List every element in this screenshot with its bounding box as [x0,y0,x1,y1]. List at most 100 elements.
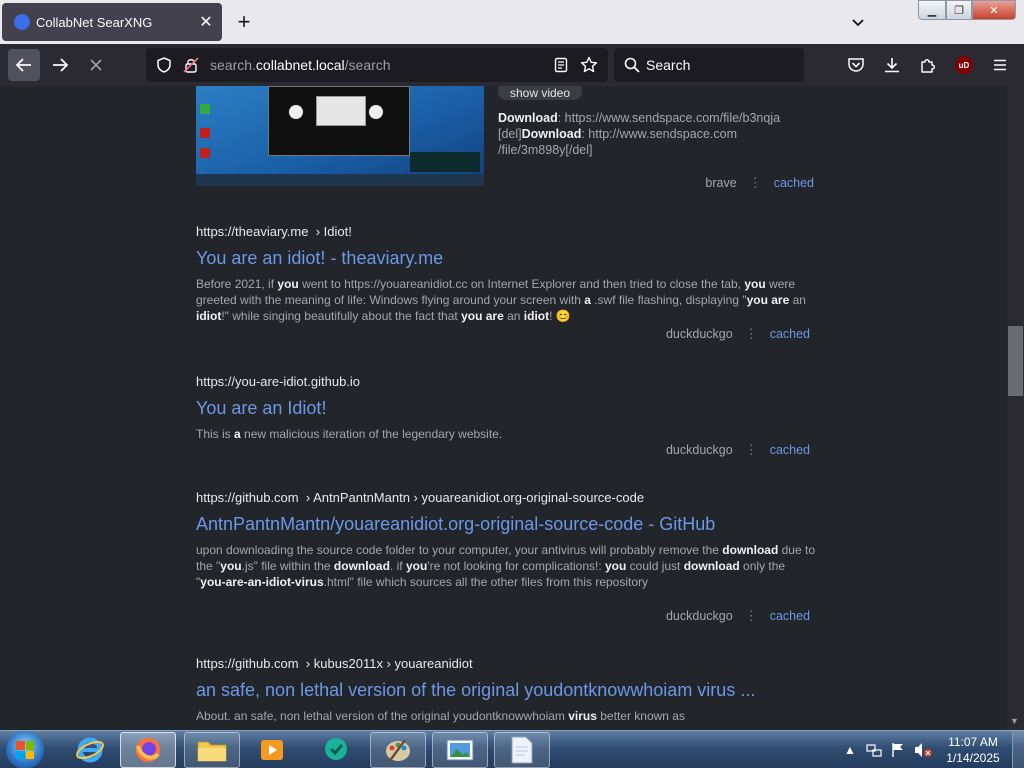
system-clock[interactable]: 11:07 AM 1/14/2025 [940,734,1006,766]
result-url[interactable]: https://theaviary.me › Idiot! [196,224,816,242]
pocket-button[interactable] [840,49,872,81]
list-all-tabs-button[interactable] [846,10,870,34]
minimize-window-button[interactable]: ▁ [918,0,946,20]
paint-palette-icon [386,739,410,763]
result-engines: duckduckgo ⋮ cached [666,442,810,458]
result-snippet: This is a new malicious iteration of the… [196,427,503,441]
taskbar-messenger[interactable] [308,732,364,768]
taskbar-internet-explorer[interactable] [62,732,118,768]
result-title-link[interactable]: You are an Idiot! [196,398,816,422]
engine-label: duckduckgo [665,609,733,623]
start-button[interactable] [6,731,44,768]
internet-explorer-icon [76,737,104,763]
ublock-origin-button[interactable]: uD [948,49,980,81]
taskbar-notepad[interactable] [494,732,550,768]
bookmark-star-icon[interactable] [580,56,598,74]
desktop-icon [200,148,210,158]
engine-label: duckduckgo [665,327,733,341]
new-tab-button[interactable]: + [232,9,256,34]
scroll-down-arrow-icon[interactable]: ▼ [1010,716,1019,726]
result-url[interactable]: https://github.com › kubus2011x › youare… [196,656,816,674]
result-engines: brave ⋮ cached [705,175,814,191]
taskbar-paint[interactable] [370,732,426,768]
restore-window-button[interactable]: ❐ [946,0,972,20]
close-icon [90,59,102,71]
media-player-icon [261,740,283,760]
pocket-icon [848,58,864,72]
address-bar[interactable]: search.collabnet.local/search [146,48,608,82]
desktop-icon [200,128,210,138]
cached-link[interactable]: cached [770,443,810,457]
image-icon [446,739,474,761]
network-icon[interactable] [864,731,884,768]
close-tab-icon[interactable]: ✕ [194,10,218,34]
cached-link[interactable]: cached [774,176,814,190]
thumbnail-task-manager [410,152,480,172]
forward-button[interactable] [44,49,76,81]
result-snippet: About. an safe, non lethal version of th… [196,709,685,723]
page-scrollbar[interactable]: ▼ [1007,86,1024,730]
firefox-icon [136,738,160,762]
extensions-button[interactable] [912,49,944,81]
action-center-flag-icon[interactable] [888,731,908,768]
show-hidden-icons-button[interactable]: ▲ [842,731,858,768]
document-icon [511,736,533,764]
downloads-button[interactable] [876,49,908,81]
arrow-right-icon [53,58,69,72]
cached-link[interactable]: cached [770,327,810,341]
thumbnail-dialog [316,96,366,126]
windows-taskbar: ▲ 11:07 AM 1/14/2025 [0,730,1024,768]
back-button[interactable] [8,49,40,81]
search-result: https://theaviary.me › Idiot! You are an… [196,224,816,341]
search-result: https://github.com › kubus2011x › youare… [196,656,816,724]
clock-date: 1/14/2025 [946,751,1000,765]
reader-view-icon[interactable] [552,56,570,74]
result-title-link[interactable]: AntnPantnMantn/youareanidiot.org-origina… [196,514,816,538]
result-snippet: Before 2021, if you went to https://youa… [196,277,806,323]
show-desktop-button[interactable] [1012,731,1024,768]
result-engines: duckduckgo ⋮ cached [666,326,810,342]
engine-label: duckduckgo [665,443,733,457]
taskbar-file-explorer[interactable] [184,732,240,768]
result-title-link[interactable]: You are an idiot! - theaviary.me [196,248,816,272]
arrow-left-icon [15,58,31,72]
folder-icon [197,741,227,762]
download-text: Download: https://www.sendspace.com/file… [498,111,781,157]
show-video-button[interactable]: show video [498,86,582,100]
search-results-page: show video Download: https://www.sendspa… [0,86,1024,730]
result-url[interactable]: https://github.com › AntnPantnMantn › yo… [196,490,816,508]
web-search-bar[interactable]: Search [614,48,804,82]
scrollbar-thumb[interactable] [1008,326,1023,396]
puzzle-piece-icon [921,59,935,73]
taskbar-photo-viewer[interactable] [432,732,488,768]
search-result: https://github.com › AntnPantnMantn › yo… [196,490,816,623]
search-icon [623,56,641,74]
tab-searxng[interactable]: CollabNet SearXNG ✕ [2,3,222,41]
result-title-link[interactable]: an safe, non lethal version of the origi… [196,680,816,704]
more-options-icon[interactable]: ⋮ [745,442,758,458]
volume-muted-icon[interactable] [912,731,934,768]
video-thumbnail[interactable] [196,86,484,186]
navigation-toolbar: search.collabnet.local/search Search uD [0,44,1024,86]
lock-insecure-icon[interactable] [182,56,200,74]
ublock-origin-icon: uD [955,56,973,74]
cached-link[interactable]: cached [770,609,810,623]
shield-icon[interactable] [155,56,173,74]
engine-label: brave [705,176,737,190]
more-options-icon[interactable]: ⋮ [745,326,758,342]
taskbar-media-player[interactable] [244,732,300,768]
result-engines: duckduckgo ⋮ cached [666,608,810,624]
more-options-icon[interactable]: ⋮ [749,175,762,191]
app-menu-button[interactable] [984,49,1016,81]
more-options-icon[interactable]: ⋮ [745,608,758,624]
taskbar-firefox[interactable] [120,732,176,768]
result-url[interactable]: https://you-are-idiot.github.io [196,374,816,392]
close-window-button[interactable]: ✕ [972,0,1016,20]
stop-loading-button[interactable] [80,49,112,81]
chevron-down-icon [852,19,864,27]
tab-strip: CollabNet SearXNG ✕ + ▁ ❐ ✕ [0,0,1024,44]
search-placeholder: Search [646,57,691,73]
search-result: https://you-are-idiot.github.io You are … [196,374,816,457]
smiley-face-icon [289,105,303,119]
clock-time: 11:07 AM [948,735,998,749]
